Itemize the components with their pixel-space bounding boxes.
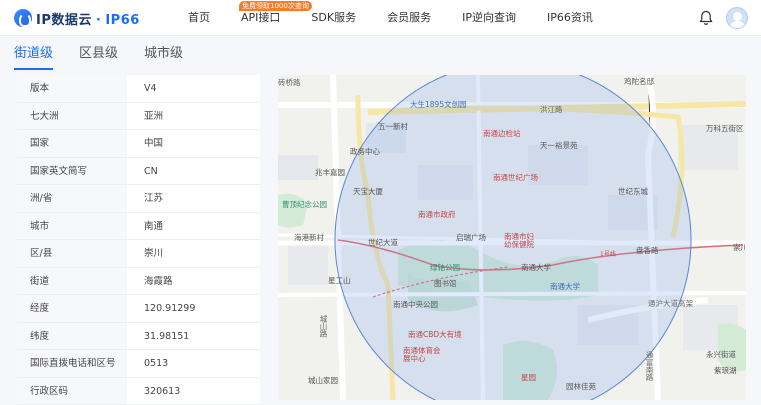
map-label: 南通市政府 [418, 209, 456, 220]
nav-ip-reverse[interactable]: IP逆向查询 [462, 0, 516, 36]
row-value: 南通 [127, 213, 260, 240]
row-value: 31.98151 [127, 323, 260, 350]
row-key: 七大洲 [17, 103, 127, 130]
map-label: 园林佳苑 [566, 381, 596, 392]
table-row: 国家中国 [17, 130, 260, 158]
ip-info-table: 版本V4 七大洲亚洲 国家中国 国家英文简写CN 洲/省江苏 城市南通 区/县崇… [17, 75, 260, 405]
logo-brand: IP66 [105, 13, 139, 28]
row-key: 国家英文简写 [17, 158, 127, 185]
user-avatar[interactable] [726, 7, 748, 29]
nav-home[interactable]: 首页 [188, 0, 210, 36]
table-row: 城市南通 [17, 213, 260, 241]
map-label: 星园 [521, 372, 536, 383]
bell-icon[interactable] [699, 10, 713, 26]
map-label: 城山路 [318, 315, 329, 338]
row-value: 0513 [127, 350, 260, 377]
map-label: 启瑞广场 [456, 232, 486, 243]
table-row: 洲/省江苏 [17, 185, 260, 213]
row-value: 海霞路 [127, 268, 260, 295]
tab-district[interactable]: 区县级 [79, 42, 118, 62]
table-row: 经度120.91299 [17, 295, 260, 323]
map-label: 绿轴公园 [430, 262, 460, 273]
table-row: 七大洲亚洲 [17, 103, 260, 131]
map-label: 天一裕景苑 [540, 140, 578, 151]
map-label: 通富南路 [644, 351, 655, 381]
logo-separator: · [96, 13, 101, 28]
map-label: 紫琅湖 [714, 365, 737, 376]
table-row: 国际直拨电话和区号0513 [17, 350, 260, 378]
map-label: 盘香路 [636, 245, 659, 256]
map-label: 世纪大道 [368, 237, 398, 248]
nav-api[interactable]: 免费领取1000次查询 API接口 [241, 0, 280, 36]
row-key: 城市 [17, 213, 127, 240]
map-label: 南通体育会展中心 [403, 347, 443, 363]
map-label: 崇川 [733, 242, 746, 253]
row-value: 亚洲 [127, 103, 260, 130]
row-value: 120.91299 [127, 295, 260, 322]
logo-name: IP数据云 [36, 13, 92, 28]
promo-badge: 免费领取1000次查询 [239, 1, 312, 11]
row-value: CN [127, 158, 260, 185]
map-label: 1号线 [600, 249, 616, 258]
map-label: 南通CBD大有境 [408, 329, 462, 340]
row-key: 经度 [17, 295, 127, 322]
map-label: 政务中心 [350, 146, 380, 157]
site-logo[interactable]: IP数据云 · IP66 [14, 8, 140, 28]
map-label: 海港新村 [294, 232, 324, 243]
table-row: 行政区码320613 [17, 378, 260, 405]
map-label: 南通大学 [550, 281, 580, 292]
map-label: 万科五街区 [706, 123, 744, 134]
row-key: 纬度 [17, 323, 127, 350]
map-label: 南通市妇幼保健院 [504, 233, 538, 249]
nav-sdk[interactable]: SDK服务 [311, 0, 356, 36]
map-label: 兆丰嘉园 [315, 167, 345, 178]
map-label: 图书馆 [434, 278, 457, 289]
table-row: 街道海霞路 [17, 268, 260, 296]
nav-api-label: API接口 [241, 11, 280, 24]
tab-street[interactable]: 街道级 [14, 42, 53, 62]
map-label: 曹顶纪念公园 [282, 199, 327, 210]
location-map[interactable]: 砖桥路 大生1895文创园 洪江路 鸡陀名邸 五一新村 南通边检站 万科五街区 … [278, 75, 746, 400]
row-key: 国际直拨电话和区号 [17, 350, 127, 377]
table-row: 国家英文简写CN [17, 158, 260, 186]
top-navigation-bar: IP数据云 · IP66 首页 免费领取1000次查询 API接口 SDK服务 会员… [0, 0, 761, 36]
map-label: 星工山 [328, 275, 351, 286]
logo-mark-icon [14, 9, 32, 27]
map-label: 永兴街道 [706, 349, 736, 360]
map-label: 大生1895文创园 [410, 99, 467, 110]
row-value: 江苏 [127, 185, 260, 212]
row-key: 区/县 [17, 240, 127, 267]
row-value: 中国 [127, 130, 260, 157]
map-label: 天宝大厦 [353, 186, 383, 197]
map-label: 南通边检站 [483, 128, 521, 139]
row-key: 国家 [17, 130, 127, 157]
map-label: 城山家园 [308, 375, 338, 386]
level-tabs: 街道级 区县级 城市级 [14, 42, 209, 62]
nav-membership[interactable]: 会员服务 [387, 0, 431, 36]
map-label: 世纪东城 [618, 186, 648, 197]
map-label: 南通大学 [521, 262, 551, 273]
nav-news[interactable]: IP66资讯 [547, 0, 593, 36]
map-label: 通沪大道高架 [648, 298, 693, 309]
row-key: 洲/省 [17, 185, 127, 212]
row-value: V4 [127, 75, 260, 102]
map-label: 五一新村 [378, 121, 408, 132]
map-label: 鸡陀名邸 [624, 76, 654, 87]
table-row: 纬度31.98151 [17, 323, 260, 351]
row-value: 320613 [127, 378, 260, 405]
main-nav: 首页 免费领取1000次查询 API接口 SDK服务 会员服务 IP逆向查询 I… [188, 0, 624, 36]
map-label: 砖桥路 [278, 77, 301, 88]
tab-city[interactable]: 城市级 [144, 42, 183, 62]
row-value: 崇川 [127, 240, 260, 267]
row-key: 版本 [17, 75, 127, 102]
row-key: 行政区码 [17, 378, 127, 405]
row-key: 街道 [17, 268, 127, 295]
table-row: 区/县崇川 [17, 240, 260, 268]
map-label: 南通世纪广场 [493, 172, 538, 183]
map-label: 洪江路 [540, 104, 563, 115]
map-label: 南通中央公园 [393, 299, 438, 310]
table-row: 版本V4 [17, 75, 260, 103]
